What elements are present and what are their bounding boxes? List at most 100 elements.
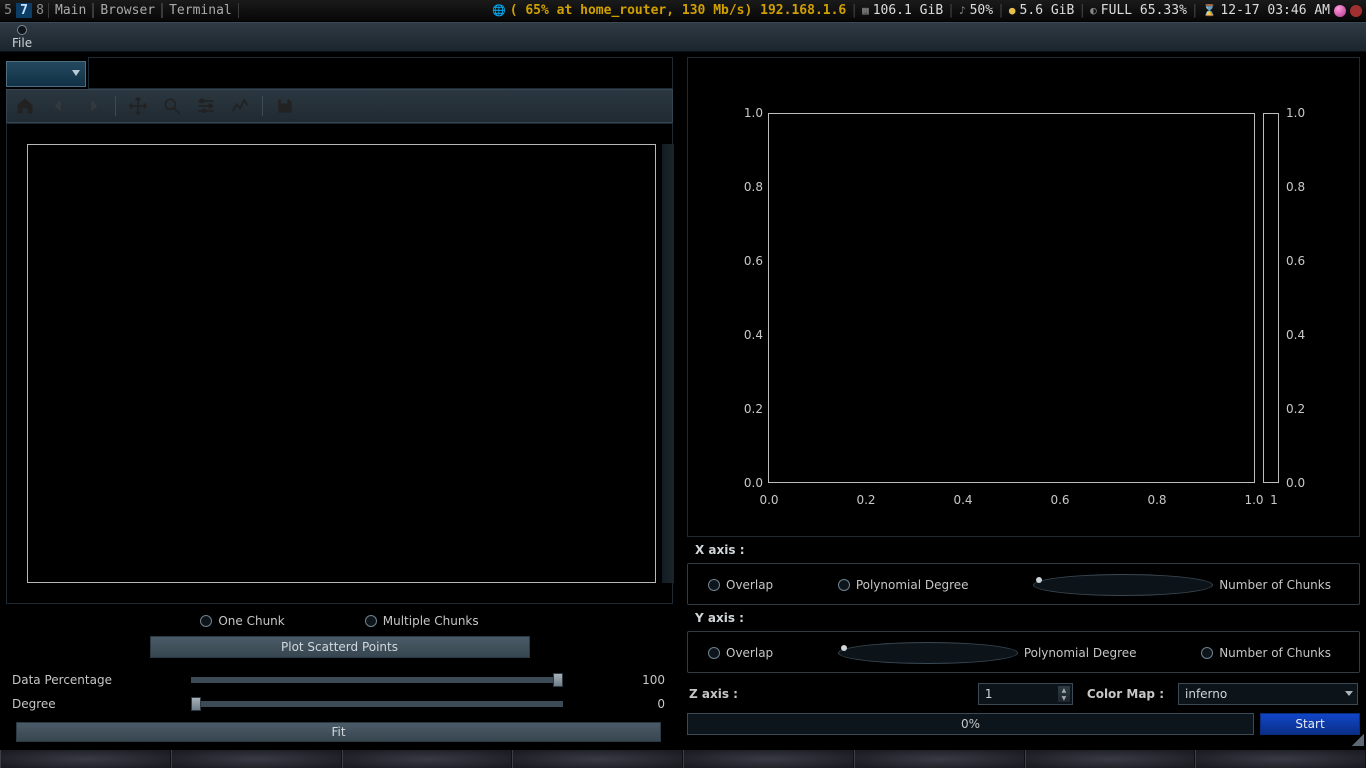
xtick-2: 0.4: [943, 493, 983, 507]
forward-icon[interactable]: [81, 94, 105, 118]
hourglass-icon: ⌛: [1203, 4, 1217, 17]
tray-icon-2[interactable]: [1350, 5, 1362, 17]
network-status: ( 65% at home_router, 130 Mb/s) 192.168.…: [510, 3, 847, 18]
data-percentage-slider[interactable]: [191, 677, 563, 683]
degree-slider[interactable]: [191, 701, 563, 707]
tab-terminal[interactable]: Terminal: [162, 3, 239, 18]
colormap-value: inferno: [1185, 687, 1227, 701]
desktop-bottom-strip: [0, 750, 1366, 768]
chevron-down-icon: [72, 70, 80, 76]
tab-browser[interactable]: Browser: [93, 3, 162, 18]
radio-one-chunk[interactable]: One Chunk: [200, 614, 284, 628]
x-radio-chunks[interactable]: Number of Chunks: [1033, 574, 1331, 596]
separator: [262, 96, 263, 116]
work-area: One Chunk Multiple Chunks Plot Scatterd …: [0, 52, 1366, 748]
y-radio-polynomial-label: Polynomial Degree: [1024, 646, 1137, 660]
colormap-select[interactable]: inferno: [1178, 683, 1358, 705]
left-scrollbar[interactable]: [662, 144, 674, 583]
app-menubar: File: [0, 22, 1366, 52]
move-icon[interactable]: [126, 94, 150, 118]
plot-scattered-button[interactable]: Plot Scatterd Points: [150, 636, 530, 658]
y-radio-polynomial[interactable]: Polynomial Degree: [838, 642, 1137, 664]
spin-down-icon[interactable]: ▼: [1058, 694, 1070, 702]
x-radio-polynomial[interactable]: Polynomial Degree: [838, 574, 969, 596]
cb-xtick: 1: [1254, 493, 1294, 507]
radio-multiple-chunks[interactable]: Multiple Chunks: [365, 614, 479, 628]
left-panel: One Chunk Multiple Chunks Plot Scatterd …: [6, 57, 673, 744]
workspace-8[interactable]: 8: [32, 3, 48, 18]
disk-icon: ●: [1009, 4, 1016, 17]
home-icon[interactable]: [13, 94, 37, 118]
z-axis-spinbox[interactable]: 1 ▲▼: [978, 683, 1073, 705]
music-icon: ♪: [959, 4, 966, 17]
start-button[interactable]: Start: [1260, 713, 1360, 735]
xtick-0: 0.0: [749, 493, 789, 507]
workspace-5[interactable]: 5: [0, 3, 16, 18]
z-axis-label: Z axis :: [689, 687, 738, 701]
ytick-0: 0.0: [723, 476, 763, 490]
separator: [115, 96, 116, 116]
dataset-combo[interactable]: [6, 61, 86, 87]
progress-bar: 0%: [687, 713, 1254, 735]
lineplot-icon[interactable]: [228, 94, 252, 118]
memory-status: 106.1 GiB: [873, 3, 943, 18]
ytick-1: 0.2: [723, 402, 763, 416]
degree-value: 0: [567, 697, 667, 711]
data-percentage-value: 100: [567, 673, 667, 687]
right-colorbar: [1263, 113, 1279, 483]
music-volume: 50%: [970, 3, 993, 18]
tab-main[interactable]: Main: [48, 3, 93, 18]
back-icon[interactable]: [47, 94, 71, 118]
y-radio-chunks[interactable]: Number of Chunks: [1201, 642, 1331, 664]
y-axis-label: Y axis :: [695, 611, 1360, 625]
degree-label: Degree: [12, 697, 187, 711]
right-chart-axes: [768, 113, 1255, 483]
right-chart: 0.0 0.2 0.4 0.6 0.8 1.0 0.0 0.2 0.4 0.6 …: [687, 57, 1360, 537]
chevron-down-icon: [1345, 691, 1353, 696]
z-axis-value: 1: [985, 687, 993, 701]
cbtick-4: 0.8: [1286, 180, 1326, 194]
x-radio-overlap[interactable]: Overlap: [708, 574, 773, 596]
x-radio-chunks-label: Number of Chunks: [1219, 578, 1331, 592]
ytick-4: 0.8: [723, 180, 763, 194]
y-radio-overlap[interactable]: Overlap: [708, 642, 773, 664]
save-icon[interactable]: [273, 94, 297, 118]
workspace-7[interactable]: 7: [16, 3, 32, 18]
system-bar: 5 7 8 Main Browser Terminal 🌐 ( 65% at h…: [0, 0, 1366, 22]
cbtick-1: 0.2: [1286, 402, 1326, 416]
plot-scattered-label: Plot Scatterd Points: [281, 640, 398, 654]
plot-nav-toolbar: [6, 89, 673, 123]
file-menu[interactable]: File: [12, 25, 32, 50]
clock: 12-17 03:46 AM: [1220, 3, 1330, 18]
file-icon: [17, 25, 27, 35]
chip-icon: ▦: [862, 4, 869, 17]
cbtick-5: 1.0: [1286, 106, 1326, 120]
cpu-icon: ◐: [1090, 4, 1097, 17]
xtick-3: 0.6: [1040, 493, 1080, 507]
resize-grip-icon[interactable]: [1352, 734, 1364, 746]
disk-status: 5.6 GiB: [1020, 3, 1075, 18]
zoom-icon[interactable]: [160, 94, 184, 118]
left-controls: One Chunk Multiple Chunks Plot Scatterd …: [6, 604, 673, 744]
ytick-3: 0.6: [723, 254, 763, 268]
xtick-4: 0.8: [1137, 493, 1177, 507]
colormap-label: Color Map :: [1087, 687, 1164, 701]
left-plot-frame: [27, 144, 656, 583]
start-button-label: Start: [1295, 717, 1324, 731]
ytick-5: 1.0: [723, 106, 763, 120]
cpu-status: FULL 65.33%: [1101, 3, 1187, 18]
right-panel: 0.0 0.2 0.4 0.6 0.8 1.0 0.0 0.2 0.4 0.6 …: [687, 57, 1360, 744]
sliders-icon[interactable]: [194, 94, 218, 118]
x-radio-overlap-label: Overlap: [726, 578, 773, 592]
file-menu-label: File: [12, 36, 32, 50]
y-radio-chunks-label: Number of Chunks: [1219, 646, 1331, 660]
spin-up-icon[interactable]: ▲: [1058, 686, 1070, 694]
radio-one-chunk-label: One Chunk: [218, 614, 284, 628]
cbtick-2: 0.4: [1286, 328, 1326, 342]
plot-title-bar: [88, 57, 673, 89]
tray-icon-1[interactable]: [1334, 5, 1346, 17]
cbtick-3: 0.6: [1286, 254, 1326, 268]
fit-button[interactable]: Fit: [16, 722, 661, 742]
left-plot-area: [6, 123, 673, 604]
xtick-1: 0.2: [846, 493, 886, 507]
